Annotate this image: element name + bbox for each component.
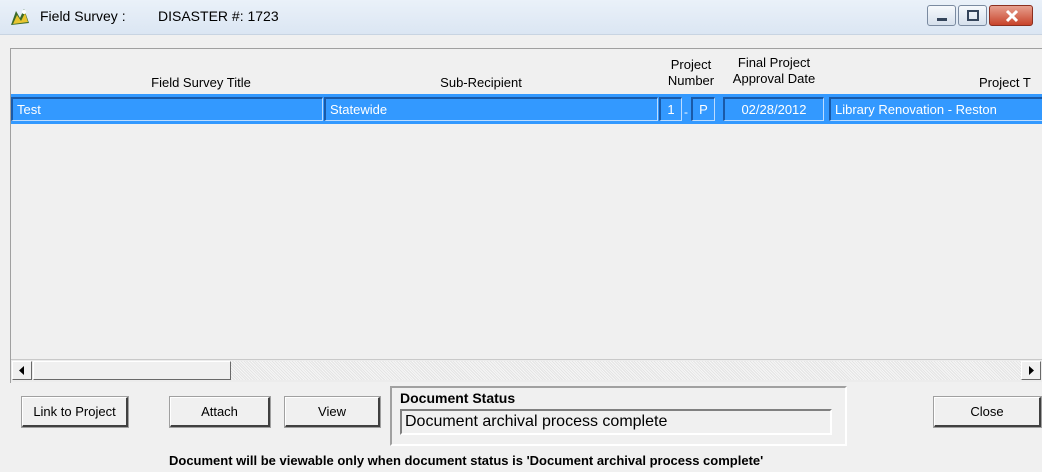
view-button[interactable]: View [284, 396, 381, 428]
maximize-button[interactable] [958, 5, 987, 26]
cell-project-title[interactable]: Library Renovation - Reston [829, 97, 1042, 121]
cell-approval-date[interactable]: 02/28/2012 [723, 97, 824, 121]
column-header-project-number-line1: Project [670, 57, 712, 72]
attach-button[interactable]: Attach [169, 396, 271, 428]
column-header-approval-date[interactable]: Final Project Approval Date [719, 55, 829, 87]
field-survey-grid[interactable]: Field Survey Title Sub-Recipient Project… [10, 48, 1042, 383]
arrow-left-icon [19, 366, 24, 375]
window-subtitle: DISASTER #: 1723 [158, 8, 279, 24]
column-header-project-number-line2: Number [667, 73, 715, 88]
close-icon [1005, 9, 1019, 23]
cell-project-number[interactable]: 1 [659, 97, 682, 121]
scroll-left-button[interactable] [12, 361, 32, 380]
minimize-icon [937, 18, 947, 21]
minimize-button[interactable] [927, 5, 956, 26]
field-survey-window: Field Survey : DISASTER #: 1723 Field Su… [0, 0, 1042, 472]
document-status-group: Document Status Document archival proces… [390, 386, 847, 446]
horizontal-scrollbar[interactable] [11, 359, 1042, 382]
cell-project-suffix[interactable]: P [691, 97, 715, 121]
link-to-project-button[interactable]: Link to Project [21, 396, 129, 428]
scroll-right-button[interactable] [1021, 361, 1041, 380]
document-status-field: Document archival process complete [400, 409, 832, 435]
arrow-right-icon [1029, 366, 1034, 375]
document-status-note: Document will be viewable only when docu… [169, 453, 764, 468]
column-header-sub-recipient[interactable]: Sub-Recipient [381, 75, 581, 91]
title-bar[interactable]: Field Survey : DISASTER #: 1723 [0, 0, 1042, 35]
column-header-project-number[interactable]: Project Number [656, 57, 726, 89]
document-status-label: Document Status [400, 390, 516, 406]
cell-title[interactable]: Test [11, 97, 323, 121]
column-header-approval-date-line2: Approval Date [732, 71, 816, 86]
project-number-separator: - [684, 105, 688, 119]
maximize-icon [967, 10, 979, 21]
column-header-approval-date-line1: Final Project [737, 55, 811, 70]
close-button[interactable]: Close [933, 396, 1042, 428]
window-close-button[interactable] [989, 5, 1033, 26]
column-header-title[interactable]: Field Survey Title [101, 75, 301, 91]
grid-body: Field Survey Title Sub-Recipient Project… [11, 49, 1042, 361]
scrollbar-thumb[interactable] [33, 361, 231, 380]
table-row[interactable]: Test Statewide 1 - P 02/28/2012 Library … [11, 94, 1042, 124]
app-icon [9, 7, 31, 27]
window-title: Field Survey : [40, 8, 126, 24]
cell-sub-recipient[interactable]: Statewide [324, 97, 658, 121]
scrollbar-track[interactable] [231, 361, 1021, 380]
column-header-project-title[interactable]: Project T [979, 75, 1042, 91]
